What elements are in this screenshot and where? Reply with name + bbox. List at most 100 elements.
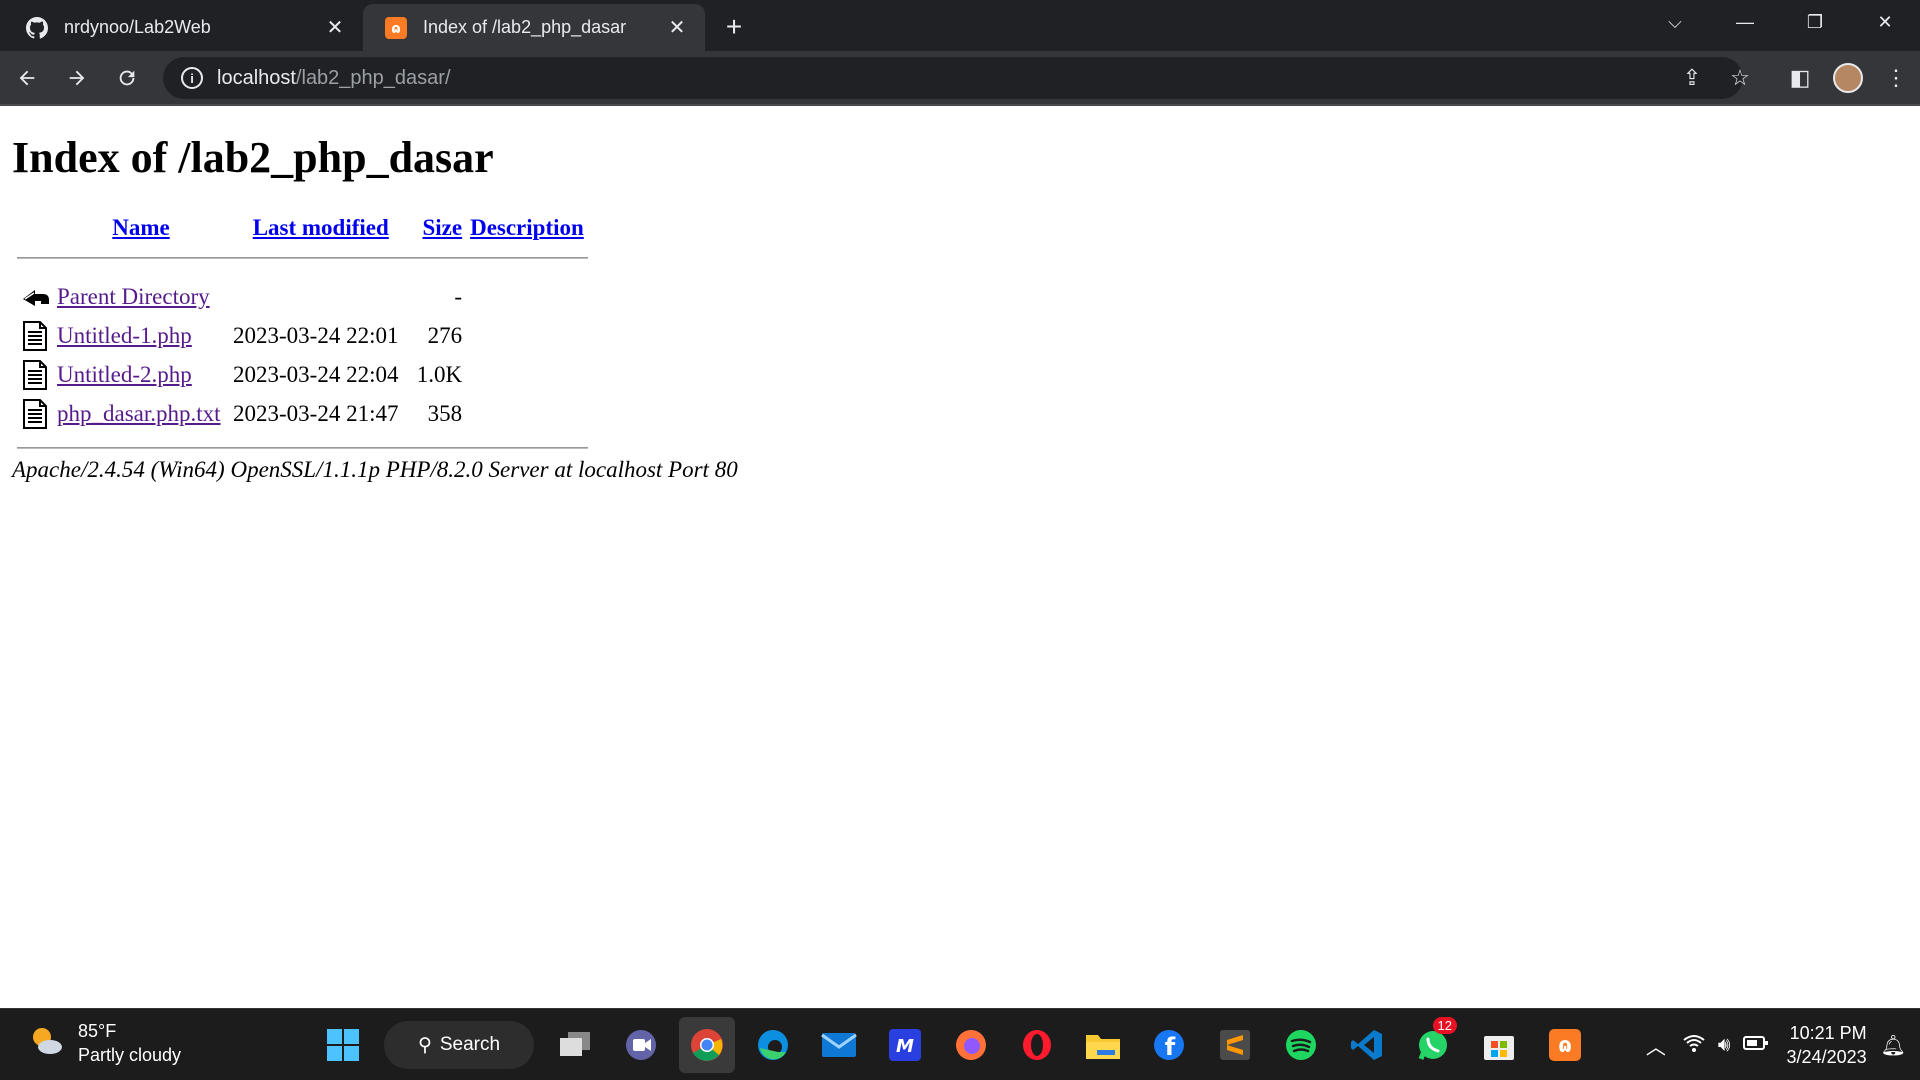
github-icon	[26, 16, 48, 39]
tab-search-icon[interactable]: ⌵	[1640, 0, 1710, 44]
info-icon[interactable]: i	[181, 67, 203, 89]
whatsapp-icon[interactable]: 12	[1405, 1017, 1461, 1073]
description-cell	[466, 277, 588, 316]
side-panel-icon[interactable]: ◧	[1776, 57, 1824, 99]
chrome-icon[interactable]	[679, 1017, 735, 1073]
col-last-modified: Last modified	[229, 215, 402, 257]
directory-listing: Name Last modified Size Description Pare…	[17, 215, 588, 449]
task-view-icon[interactable]	[547, 1017, 603, 1073]
microsoft-store-icon[interactable]	[1471, 1017, 1527, 1073]
search-icon: ⚲	[417, 1034, 432, 1056]
size-cell: 1.0K	[416, 361, 463, 387]
battery-icon[interactable]	[1742, 1035, 1769, 1056]
new-tab-button[interactable]: +	[711, 4, 757, 50]
size-cell: -	[454, 283, 463, 309]
start-icon[interactable]	[315, 1017, 371, 1073]
opera-icon[interactable]	[1009, 1017, 1065, 1073]
weather-temp: 85°F	[78, 1021, 117, 1041]
back-icon	[21, 282, 49, 312]
name-cell: Untitled-2.php	[53, 355, 229, 394]
svg-text:ɷ: ɷ	[391, 21, 401, 37]
tab-title: Index of /lab2_php_dasar	[423, 17, 627, 37]
table-row: Untitled-2.php 2023-03-24 22:04 1.0K	[17, 355, 588, 394]
parent-directory-link[interactable]: Parent Directory	[57, 284, 210, 309]
weather-widget[interactable]: 85°F Partly cloudy	[28, 1019, 181, 1067]
url-path: /lab2_php_dasar/	[295, 66, 451, 89]
close-window-icon[interactable]: ✕	[1850, 0, 1920, 44]
sort-by-description-link[interactable]: Description	[470, 215, 584, 240]
svg-text:f: f	[1165, 1033, 1176, 1061]
clock[interactable]: 10:21 PM 3/24/2023	[1787, 1021, 1867, 1069]
sort-by-size-link[interactable]: Size	[422, 215, 462, 240]
menu-kebab-icon[interactable]: ⋮	[1872, 57, 1920, 99]
restore-icon[interactable]: ❐	[1780, 0, 1850, 44]
system-tray: ︿ 🔊︎ 10:21 PM 3/24/2023 🔔︎	[1646, 1017, 1920, 1073]
back-arrow-icon[interactable]	[4, 55, 50, 101]
partly-cloudy-icon	[28, 1023, 64, 1064]
window-controls: ⌵ — ❐ ✕	[1640, 0, 1920, 44]
volume-icon[interactable]: 🔊︎	[1718, 1034, 1731, 1057]
icon-cell	[17, 316, 53, 355]
mail-icon[interactable]	[811, 1017, 867, 1073]
file-link[interactable]: Untitled-1.php	[57, 323, 192, 348]
description-cell	[466, 394, 588, 433]
taskbar: 85°F Partly cloudy ⚲ Search M f 12 ɷ ︿ 🔊…	[0, 1008, 1920, 1080]
sublime-text-icon[interactable]	[1207, 1017, 1263, 1073]
icon-header	[17, 215, 53, 257]
icon-cell	[17, 355, 53, 394]
tab-index[interactable]: ɷ Index of /lab2_php_dasar ✕	[363, 4, 705, 51]
reload-icon[interactable]	[104, 55, 150, 101]
sort-by-name-link[interactable]: Name	[112, 215, 169, 240]
notification-bell-icon[interactable]: 🔔︎	[1881, 1033, 1906, 1058]
toolbar-right: ⇪ ☆ ◧ ⋮	[1668, 57, 1920, 99]
server-signature: Apache/2.4.54 (Win64) OpenSSL/1.1.1p PHP…	[12, 457, 738, 482]
weather-condition: Partly cloudy	[78, 1045, 182, 1065]
profile-avatar[interactable]	[1824, 57, 1872, 99]
tab-github[interactable]: nrdynoo/Lab2Web ✕	[0, 4, 363, 51]
table-row: Parent Directory -	[17, 277, 588, 316]
modified-cell: 2023-03-24 22:01	[233, 322, 399, 348]
divider-row	[17, 257, 588, 277]
minimize-icon[interactable]: —	[1710, 0, 1780, 44]
wifi-icon[interactable]	[1682, 1033, 1706, 1058]
xampp-icon[interactable]: ɷ	[1537, 1017, 1593, 1073]
file-icon	[21, 398, 49, 429]
name-cell: Untitled-1.php	[53, 316, 229, 355]
forward-arrow-icon[interactable]	[54, 55, 100, 101]
close-icon[interactable]: ✕	[323, 16, 347, 40]
svg-text:M: M	[896, 1036, 914, 1057]
modified-cell	[229, 277, 402, 316]
description-cell	[466, 355, 588, 394]
spotify-icon[interactable]	[1273, 1017, 1329, 1073]
teams-chat-icon[interactable]	[613, 1017, 669, 1073]
bookmark-star-icon[interactable]: ☆	[1716, 57, 1764, 99]
vscode-icon[interactable]	[1339, 1017, 1395, 1073]
address-bar[interactable]: i localhost/lab2_php_dasar/	[163, 57, 1743, 99]
page-heading: Index of /lab2_php_dasar	[12, 133, 494, 182]
modified-cell: 2023-03-24 22:04	[233, 361, 399, 387]
close-icon[interactable]: ✕	[665, 16, 689, 40]
clock-time: 10:21 PM	[1789, 1023, 1867, 1043]
facebook-icon[interactable]: f	[1141, 1017, 1197, 1073]
header-row: Name Last modified Size Description	[17, 215, 588, 257]
edge-icon[interactable]	[745, 1017, 801, 1073]
file-explorer-icon[interactable]	[1075, 1017, 1131, 1073]
taskbar-search-button[interactable]: ⚲ Search	[384, 1021, 534, 1069]
file-icon	[21, 320, 49, 351]
description-cell	[466, 316, 588, 355]
share-icon[interactable]: ⇪	[1668, 57, 1716, 99]
file-link[interactable]: Untitled-2.php	[57, 362, 192, 387]
xampp-icon: ɷ	[385, 16, 407, 39]
maya-app-icon[interactable]: M	[877, 1017, 933, 1073]
col-description: Description	[466, 215, 588, 257]
browser-toolbar: i localhost/lab2_php_dasar/ ⇪ ☆ ◧ ⋮	[0, 51, 1920, 106]
file-link[interactable]: php_dasar.php.txt	[57, 401, 221, 426]
chevron-up-icon[interactable]: ︿	[1646, 1031, 1666, 1060]
icon-cell	[17, 277, 53, 316]
divider	[17, 257, 588, 259]
svg-text:ɷ: ɷ	[1558, 1033, 1572, 1057]
firefox-icon[interactable]	[943, 1017, 999, 1073]
sort-by-modified-link[interactable]: Last modified	[253, 215, 389, 240]
file-icon	[21, 359, 49, 390]
divider	[17, 447, 588, 449]
